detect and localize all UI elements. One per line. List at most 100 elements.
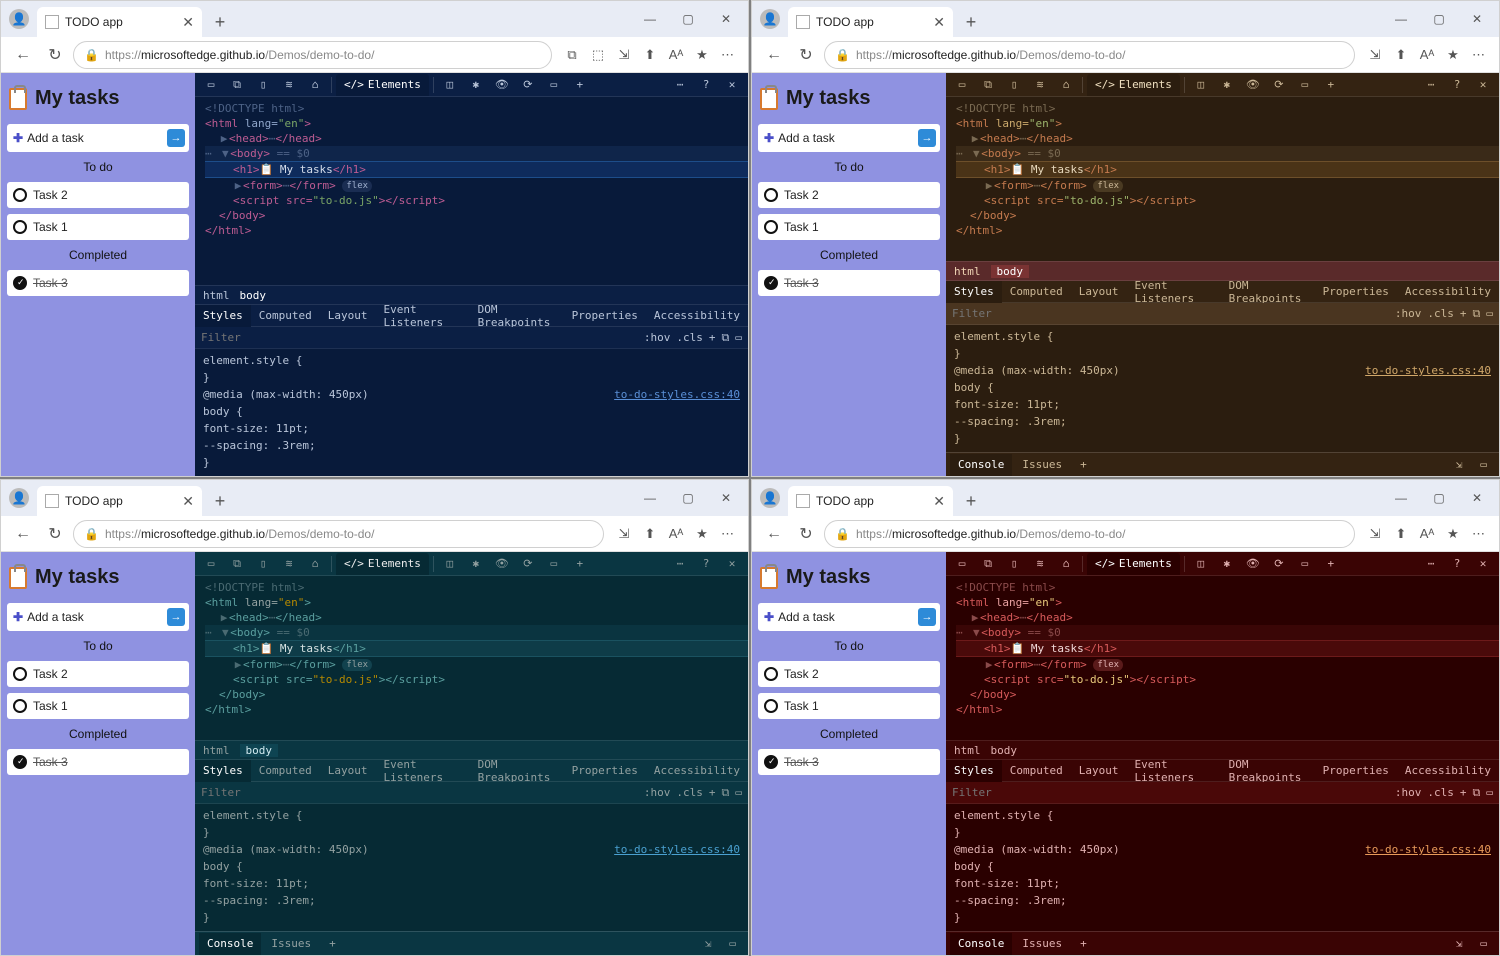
- devtools-tool2-2[interactable]: 👁: [490, 553, 514, 575]
- drawer-tab[interactable]: +: [1072, 933, 1095, 955]
- devtools-tool-1[interactable]: ⧉: [976, 74, 1000, 96]
- url-box[interactable]: 🔒https://microsoftedge.github.io/Demos/d…: [824, 520, 1355, 548]
- devtools-tool-3[interactable]: ≋: [277, 553, 301, 575]
- devtools-tool-4[interactable]: ⌂: [1054, 74, 1078, 96]
- breadcrumb-item[interactable]: body: [240, 289, 267, 302]
- addr-action-5[interactable]: ★: [690, 43, 714, 67]
- devtools-tool2-0[interactable]: ◫: [1189, 74, 1213, 96]
- devtools-topright-1[interactable]: ?: [1445, 74, 1469, 96]
- styles-tab[interactable]: Styles: [195, 760, 251, 782]
- breadcrumb-item[interactable]: body: [991, 744, 1018, 757]
- profile-icon[interactable]: 👤: [9, 9, 29, 29]
- devtools-tool2-0[interactable]: ◫: [1189, 553, 1213, 575]
- filter-btn-3[interactable]: ⧉: [722, 786, 730, 800]
- devtools-tool2-3[interactable]: ⟳: [516, 74, 540, 96]
- filter-btn-4[interactable]: ▭: [735, 331, 742, 344]
- addr-action-4[interactable]: ⋯: [1467, 522, 1491, 546]
- window-close[interactable]: ✕: [1459, 484, 1495, 512]
- devtools-tool-0[interactable]: ▭: [950, 74, 974, 96]
- devtools-tab-elements[interactable]: </> Elements: [1087, 74, 1180, 96]
- task-row-open[interactable]: Task 2: [7, 661, 189, 687]
- drawer-action-0[interactable]: ⇲: [1448, 454, 1471, 476]
- devtools-topright-1[interactable]: ?: [1445, 553, 1469, 575]
- devtools-tool2-2[interactable]: 👁: [1241, 74, 1265, 96]
- devtools-tool2-3[interactable]: ⟳: [516, 553, 540, 575]
- filter-btn-2[interactable]: +: [1460, 307, 1467, 320]
- addr-action-1[interactable]: ⬚: [586, 43, 610, 67]
- close-tab-icon[interactable]: ✕: [182, 493, 194, 510]
- styles-tab[interactable]: Computed: [251, 760, 320, 782]
- addr-action-3[interactable]: ⬆: [638, 43, 662, 67]
- task-row-open[interactable]: Task 1: [7, 214, 189, 240]
- addr-action-0[interactable]: ⇲: [612, 522, 636, 546]
- back-button[interactable]: ←: [760, 520, 788, 548]
- task-checkbox-checked[interactable]: [764, 755, 778, 769]
- addr-action-0[interactable]: ⇲: [1363, 522, 1387, 546]
- breadcrumb-item[interactable]: html: [203, 744, 230, 757]
- devtools-tab-elements[interactable]: </> Elements: [1087, 553, 1180, 575]
- url-box[interactable]: 🔒https://microsoftedge.github.io/Demos/d…: [73, 41, 552, 69]
- window-max[interactable]: ▢: [670, 484, 706, 512]
- devtools-topright-1[interactable]: ?: [694, 74, 718, 96]
- close-tab-icon[interactable]: ✕: [933, 493, 945, 510]
- task-row-open[interactable]: Task 1: [758, 214, 940, 240]
- window-max[interactable]: ▢: [1421, 5, 1457, 33]
- drawer-tab[interactable]: Issues: [1014, 454, 1070, 476]
- dom-tree[interactable]: <!DOCTYPE html><html lang="en">▶<head>⋯<…: [946, 576, 1499, 740]
- devtools-tool-2[interactable]: ▯: [1002, 553, 1026, 575]
- breadcrumb-item[interactable]: html: [954, 744, 981, 757]
- refresh-button[interactable]: ↻: [792, 41, 820, 69]
- drawer-action-1[interactable]: ▭: [1472, 454, 1495, 476]
- window-min[interactable]: —: [632, 5, 668, 33]
- drawer-tab[interactable]: Issues: [263, 933, 319, 955]
- drawer-tab[interactable]: Console: [950, 454, 1012, 476]
- styles-tab[interactable]: Accessibility: [1397, 281, 1499, 303]
- drawer-tab[interactable]: Console: [950, 933, 1012, 955]
- filter-btn-2[interactable]: +: [1460, 786, 1467, 799]
- filter-btn-4[interactable]: ▭: [1486, 307, 1493, 320]
- devtools-tool2-1[interactable]: ✱: [1215, 74, 1239, 96]
- submit-task-button[interactable]: →: [167, 129, 185, 147]
- breadcrumb-item[interactable]: html: [954, 265, 981, 278]
- devtools-tool2-1[interactable]: ✱: [464, 74, 488, 96]
- drawer-action-1[interactable]: ▭: [721, 933, 744, 955]
- devtools-tool2-0[interactable]: ◫: [438, 74, 462, 96]
- submit-task-button[interactable]: →: [918, 129, 936, 147]
- devtools-tab-elements[interactable]: </> Elements: [336, 553, 429, 575]
- breadcrumb-item[interactable]: html: [203, 289, 230, 302]
- styles-tab[interactable]: Accessibility: [646, 760, 748, 782]
- addr-action-4[interactable]: Aᴬ: [664, 43, 688, 67]
- devtools-tool-1[interactable]: ⧉: [976, 553, 1000, 575]
- devtools-tool-3[interactable]: ≋: [277, 74, 301, 96]
- styles-tab[interactable]: Properties: [564, 760, 646, 782]
- css-source-link[interactable]: to-do-styles.css:40: [1365, 363, 1491, 378]
- addr-action-3[interactable]: ★: [1441, 43, 1465, 67]
- devtools-tab-elements[interactable]: </> Elements: [336, 74, 429, 96]
- addr-action-2[interactable]: ⇲: [612, 43, 636, 67]
- devtools-topright-2[interactable]: ✕: [720, 553, 744, 575]
- devtools-tool2-5[interactable]: +: [568, 74, 592, 96]
- task-row-done[interactable]: Task 3: [758, 270, 940, 296]
- styles-tab[interactable]: Event Listeners: [375, 305, 469, 327]
- devtools-tool2-4[interactable]: ▭: [542, 553, 566, 575]
- window-min[interactable]: —: [632, 484, 668, 512]
- styles-tab[interactable]: Layout: [1071, 281, 1127, 303]
- drawer-action-0[interactable]: ⇲: [1448, 933, 1471, 955]
- styles-rules[interactable]: element.style {}@media (max-width: 450px…: [195, 349, 748, 476]
- filter-btn-0[interactable]: :hov: [644, 786, 671, 799]
- addr-action-1[interactable]: ⬆: [638, 522, 662, 546]
- css-source-link[interactable]: to-do-styles.css:40: [614, 842, 740, 857]
- filter-btn-3[interactable]: ⧉: [722, 331, 730, 345]
- refresh-button[interactable]: ↻: [41, 41, 69, 69]
- styles-rules[interactable]: element.style {}@media (max-width: 450px…: [946, 804, 1499, 931]
- styles-tab[interactable]: Accessibility: [1397, 760, 1499, 782]
- styles-tab[interactable]: Layout: [1071, 760, 1127, 782]
- filter-btn-1[interactable]: .cls: [676, 331, 703, 344]
- back-button[interactable]: ←: [760, 41, 788, 69]
- browser-tab[interactable]: TODO app✕: [788, 486, 953, 516]
- window-min[interactable]: —: [1383, 484, 1419, 512]
- styles-tab[interactable]: Computed: [1002, 760, 1071, 782]
- filter-btn-3[interactable]: ⧉: [1473, 307, 1481, 321]
- filter-input[interactable]: [952, 307, 1395, 320]
- refresh-button[interactable]: ↻: [792, 520, 820, 548]
